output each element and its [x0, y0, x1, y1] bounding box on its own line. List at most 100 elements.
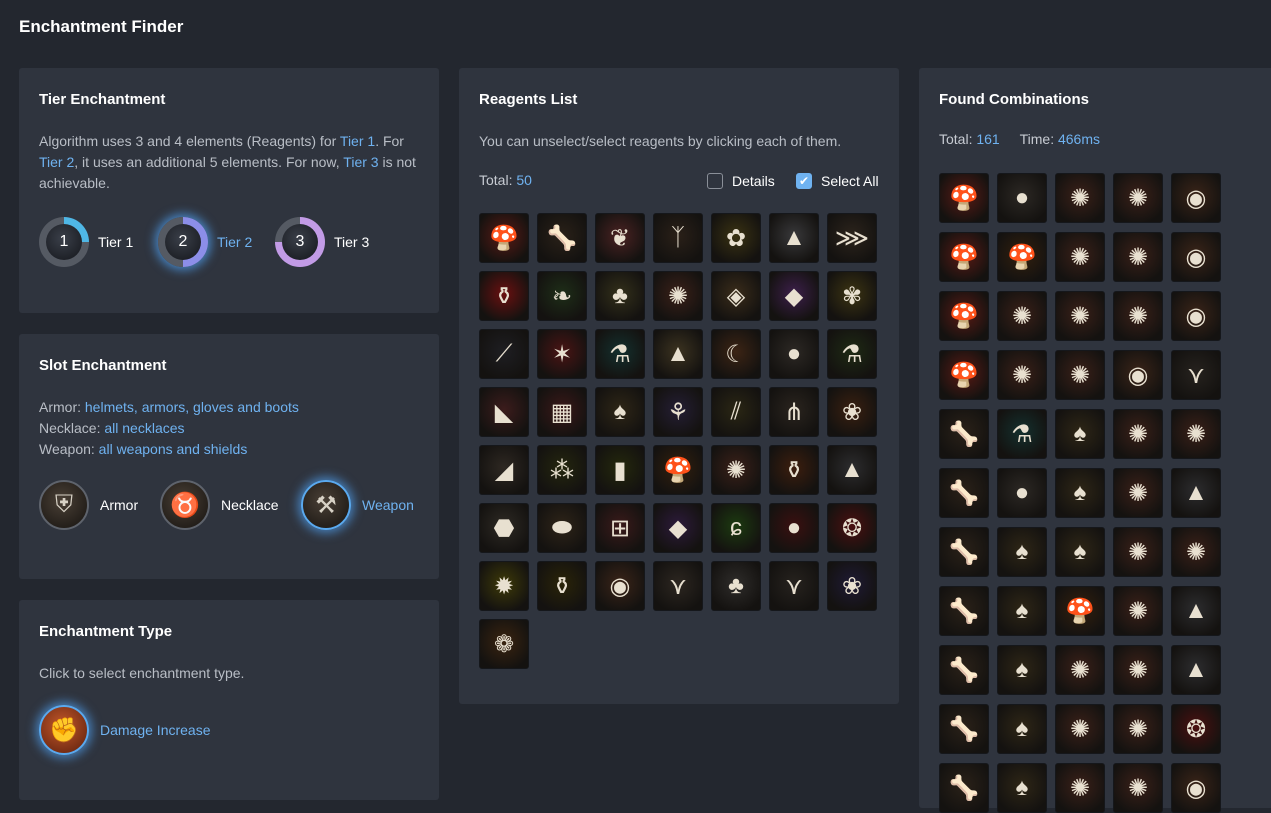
orange-flask-icon[interactable]: ⚱ — [769, 445, 819, 495]
brown-mushroom-icon[interactable]: 🍄 — [653, 445, 703, 495]
herb-icon[interactable]: ♣ — [595, 271, 645, 321]
slot-armor-option[interactable]: ⛨ Armor — [39, 480, 138, 530]
coral-red-icon: ✺ — [1055, 645, 1105, 695]
mushroom-icon[interactable]: 🍄 — [479, 213, 529, 263]
slot-line-value: helmets, armors, gloves and boots — [84, 399, 299, 415]
pinecone-icon: ❂ — [1171, 704, 1221, 754]
mushroom-icon: 🍄 — [939, 232, 989, 282]
root-icon[interactable]: ❦ — [595, 213, 645, 263]
ash-icon[interactable]: ▲ — [827, 445, 877, 495]
tier-2-icon: 2 — [158, 217, 208, 267]
root-white-icon[interactable]: ⋔ — [769, 387, 819, 437]
coral-red-icon: ✺ — [1113, 763, 1163, 813]
peanut-icon[interactable]: ⬬ — [537, 503, 587, 553]
shell-icon: ◉ — [1171, 763, 1221, 813]
slot-weapon-option[interactable]: ⚒ Weapon — [301, 480, 414, 530]
tier-3-option[interactable]: 3 Tier 3 — [275, 216, 369, 268]
bark-icon[interactable]: ◈ — [711, 271, 761, 321]
coral-red-icon: ✺ — [1113, 173, 1163, 223]
vial-icon[interactable]: ⚗ — [595, 329, 645, 379]
coral-red-icon: ✺ — [1113, 527, 1163, 577]
ash-icon: ▲ — [1171, 645, 1221, 695]
fangs-icon[interactable]: ⋎ — [653, 561, 703, 611]
tier-panel-title: Tier Enchantment — [39, 91, 166, 108]
egg-icon[interactable]: ⬣ — [479, 503, 529, 553]
slot-line-key: Necklace: — [39, 420, 105, 436]
bones-icon: 🦴 — [939, 645, 989, 695]
tier-2-number: 2 — [165, 224, 201, 260]
coral-red-icon: ✺ — [1055, 350, 1105, 400]
coral-red-icon[interactable]: ✺ — [711, 445, 761, 495]
shard-icon[interactable]: ◆ — [653, 503, 703, 553]
tier-1-option[interactable]: 1 Tier 1 — [39, 216, 133, 268]
salt-icon[interactable]: ▲ — [769, 213, 819, 263]
combos-total-value: 161 — [976, 131, 1000, 147]
marigold-icon[interactable]: ❀ — [827, 387, 877, 437]
antler-icon[interactable]: ᛉ — [653, 213, 703, 263]
berries-icon[interactable]: ⁂ — [537, 445, 587, 495]
mushroom-icon: 🍄 — [939, 350, 989, 400]
red-crystal-icon[interactable]: ✶ — [537, 329, 587, 379]
leaf-icon[interactable]: ❧ — [537, 271, 587, 321]
feather-icon[interactable]: ⟋ — [479, 329, 529, 379]
meat-icon[interactable]: ▦ — [537, 387, 587, 437]
white-mushrooms-icon[interactable]: ♣ — [711, 561, 761, 611]
flower-icon[interactable]: ✿ — [711, 213, 761, 263]
vial-green-icon[interactable]: ⚗ — [827, 329, 877, 379]
details-label: Details — [732, 173, 775, 189]
slot-armor-label: Armor — [100, 497, 139, 513]
mushrooms-icon[interactable]: ♠ — [595, 387, 645, 437]
drum-icon[interactable]: ⊞ — [595, 503, 645, 553]
claw-icon[interactable]: ⋙ — [827, 213, 877, 263]
tier-desc-text: Algorithm uses 3 and 4 elements (Reagent… — [39, 133, 340, 149]
horn-icon[interactable]: ☾ — [711, 329, 761, 379]
tube-icon[interactable]: ▮ — [595, 445, 645, 495]
slot-line-weapon: Weapon: all weapons and shields — [39, 439, 424, 460]
combos-time-label: Time: — [1019, 131, 1058, 147]
coral-icon[interactable]: ✺ — [653, 271, 703, 321]
slot-line-necklace: Necklace: all necklaces — [39, 418, 424, 439]
pinecone-icon[interactable]: ❂ — [827, 503, 877, 553]
tier-2-option[interactable]: 2 Tier 2 — [158, 216, 252, 268]
unchecked-box-icon — [707, 173, 723, 189]
potion-icon[interactable]: ⚱ — [479, 271, 529, 321]
yellow-flask-icon[interactable]: ⚱ — [537, 561, 587, 611]
brown-mushroom-icon: 🍄 — [997, 232, 1047, 282]
shell-icon[interactable]: ◉ — [595, 561, 645, 611]
bones-icon[interactable]: 🦴 — [537, 213, 587, 263]
coral-red-icon: ✺ — [997, 291, 1047, 341]
slot-necklace-option[interactable]: ♉ Necklace — [160, 480, 279, 530]
garlic-icon[interactable]: ● — [769, 329, 819, 379]
reagents-panel: Reagents List You can unselect/select re… — [459, 68, 899, 704]
crystal-icon[interactable]: ◆ — [769, 271, 819, 321]
mushrooms-icon: ♠ — [1055, 409, 1105, 459]
mushrooms-icon: ♠ — [997, 586, 1047, 636]
lavender-icon[interactable]: ⚘ — [653, 387, 703, 437]
mushrooms-icon: ♠ — [1055, 468, 1105, 518]
tier-3-number: 3 — [282, 224, 318, 260]
horn-white-icon[interactable]: ◢ — [479, 445, 529, 495]
orb-icon[interactable]: ● — [769, 503, 819, 553]
wisp-icon[interactable]: ɕ — [711, 503, 761, 553]
armor-icon: ⛨ — [39, 480, 89, 530]
select-all-checkbox[interactable]: ✔ Select All — [796, 173, 879, 189]
enchantment-type-option[interactable]: ✊ Damage Increase — [39, 705, 211, 755]
tooth-icon[interactable]: ◣ — [479, 387, 529, 437]
brain-icon[interactable]: ❁ — [479, 619, 529, 669]
mushrooms-icon: ♠ — [997, 763, 1047, 813]
gold-ore-icon[interactable]: ✹ — [479, 561, 529, 611]
reagents-total-value: 50 — [516, 172, 532, 188]
dust-icon[interactable]: ▲ — [653, 329, 703, 379]
stalks-icon[interactable]: ⫽ — [711, 387, 761, 437]
garlic-icon: ● — [997, 173, 1047, 223]
teeth-icon[interactable]: ⋎ — [769, 561, 819, 611]
dandelion-icon[interactable]: ✾ — [827, 271, 877, 321]
brown-mushroom-icon: 🍄 — [1055, 586, 1105, 636]
combinations-stats: Total: 161 Time: 466ms — [939, 131, 1100, 147]
coral-red-icon: ✺ — [1055, 291, 1105, 341]
coral-red-icon: ✺ — [1055, 232, 1105, 282]
bellflower-icon[interactable]: ❀ — [827, 561, 877, 611]
details-checkbox[interactable]: Details — [707, 173, 775, 189]
ash-icon: ▲ — [1171, 468, 1221, 518]
reagents-total-label: Total: — [479, 172, 517, 188]
